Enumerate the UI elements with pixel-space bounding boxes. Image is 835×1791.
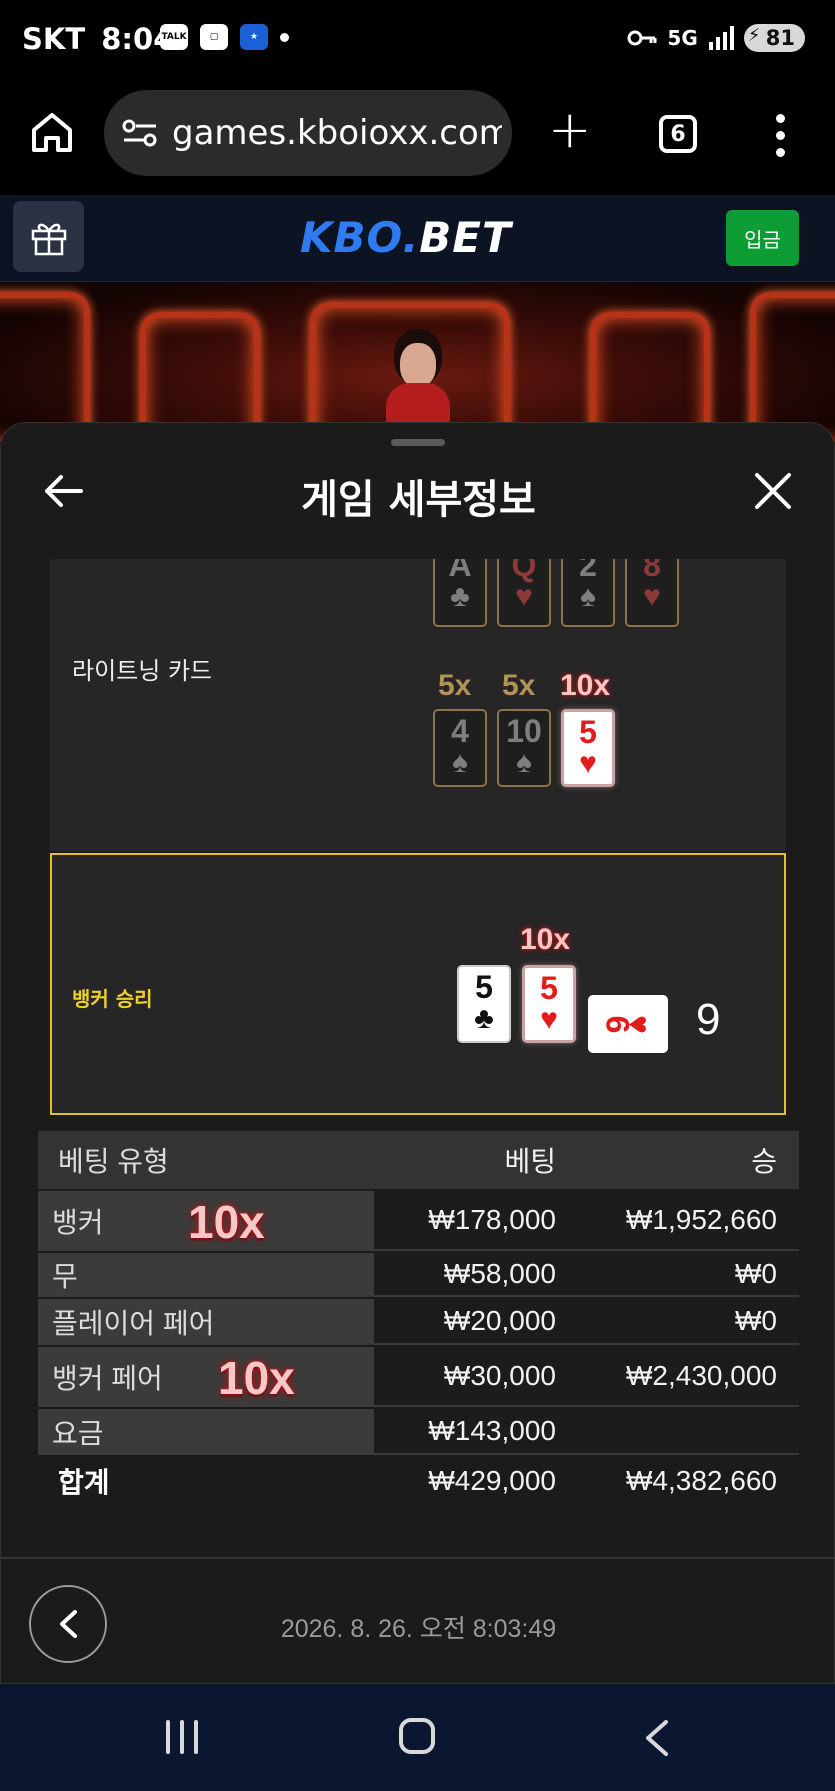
app-notification-icon: ★ [240,24,268,50]
table-row: 요금 ₩143,000 [38,1409,799,1457]
bet-type: 뱅커 페어 [38,1347,374,1407]
deposit-button[interactable]: 입금 [726,210,799,266]
header-bet-type: 베팅 유형 [38,1131,374,1189]
bet-amount: ₩143,000 [374,1409,562,1455]
bet-type: 플레이어 페어 [38,1299,374,1345]
win-amount: ₩2,430,000 [562,1347,799,1407]
network-type: 5G [667,26,698,50]
new-tab-button[interactable]: + [548,104,592,156]
carrier-label: SKT [22,22,86,56]
bet-amount: ₩30,000 [374,1347,562,1407]
player-card: A ♣ [433,559,487,627]
lightning-multiplier: 5x [438,669,472,702]
player-card: Q ♥ [497,559,551,627]
live-video-backdrop [0,282,835,442]
table-header: 베팅 유형 베팅 승 [38,1131,799,1191]
lightning-cards-label: 라이트닝 카드 [72,657,213,685]
lightning-multiplier: 5x [502,669,536,702]
total-label: 합계 [38,1457,374,1505]
home-icon[interactable] [30,110,74,154]
lightning-card: 4 ♠ [433,709,487,787]
sheet-title: 게임 세부정보 [301,477,536,523]
url-text[interactable]: games.kboioxx.com/ [172,113,502,153]
site-logo[interactable]: KBO.BET [300,213,512,262]
sheet-drag-handle[interactable] [391,439,445,446]
site-settings-icon[interactable] [122,118,158,148]
win-amount: ₩0 [562,1253,799,1297]
divider [1,1557,834,1559]
banker-score: 9 [696,995,721,1044]
back-nav-icon[interactable] [638,1718,678,1758]
bet-type: 무 [38,1253,374,1297]
home-nav-button[interactable] [399,1718,435,1754]
win-amount: ₩1,952,660 [562,1191,799,1251]
player-card: 8 ♥ [625,559,679,627]
header-win: 승 [562,1131,799,1189]
cards-panel: A ♣ Q ♥ 2 ♠ 8 ♥ 라이트닝 카드 5x 5x 10x 4 ♠ 10 ♠ 5 ♥ [50,559,786,851]
gift-icon [31,223,66,255]
table-row: 무 ₩58,000 ₩0 [38,1253,799,1299]
win-amount: ₩0 [562,1299,799,1345]
screenshot-icon: ▢ [200,24,228,50]
logo-part-kbo: KBO. [300,213,420,262]
banker-card-lit: 5 ♥ [522,965,576,1043]
total-win: ₩4,382,660 [562,1457,799,1505]
bet-amount: ₩20,000 [374,1299,562,1345]
lightning-multiplier: 10x [560,669,611,702]
address-bar[interactable]: games.kboioxx.com/ [104,90,512,176]
vpn-key-icon [627,30,657,46]
system-nav-bar [0,1684,835,1791]
signal-icon [708,26,734,50]
bet-amount: ₩58,000 [374,1253,562,1297]
bet-multiplier: 10x [218,1352,295,1404]
table-total-row: 합계 ₩429,000 ₩4,382,660 [38,1457,799,1507]
notification-icons: TALK ▢ ★ [160,24,289,50]
round-timestamp: 2026. 8. 26. 오전 8:03:49 [280,1615,557,1643]
result-label: 뱅커 승리 [72,987,153,1011]
banker-third-card: 6 ♥ [588,995,668,1053]
header-bet: 베팅 [374,1131,562,1189]
banker-card: 5 ♣ [457,965,511,1043]
table-row: 뱅커 페어 ₩30,000 ₩2,430,000 10x [38,1347,799,1409]
gift-button[interactable] [13,201,84,272]
table-row: 플레이어 페어 ₩20,000 ₩0 [38,1299,799,1347]
browser-toolbar: games.kboioxx.com/ + 6 [0,80,835,195]
third-card-suit: ♥ [621,1014,658,1034]
result-multiplier: 10x [520,923,571,956]
tab-switcher-button[interactable]: 6 [659,115,697,153]
system-icons: 5G 81 [627,24,805,52]
banker-result-panel: 뱅커 승리 10x 5 ♣ 5 ♥ 6 ♥ 9 [50,853,786,1115]
win-amount [562,1409,799,1455]
logo-part-bet: BET [419,213,512,262]
status-carrier-time: SKT 8:04 [22,22,173,56]
browser-menu-button[interactable] [776,114,786,157]
battery-indicator: 81 [743,24,805,52]
lightning-card-lit: 5 ♥ [561,709,615,787]
decor-pillar [750,292,835,442]
lightning-card: 10 ♠ [497,709,551,787]
table-row: 뱅커 ₩178,000 ₩1,952,660 10x [38,1191,799,1253]
bet-amount: ₩178,000 [374,1191,562,1251]
player-card: 2 ♠ [561,559,615,627]
site-header: KBO.BET 입금 [0,195,835,282]
bet-type: 요금 [38,1409,374,1455]
talk-icon: TALK [160,24,188,50]
decor-pillar [0,292,90,442]
status-bar: SKT 8:04 TALK ▢ ★ 5G 81 [0,0,835,80]
recents-button[interactable] [166,1720,198,1754]
bet-multiplier: 10x [188,1196,265,1248]
close-icon[interactable] [753,471,793,511]
total-bet: ₩429,000 [374,1457,562,1505]
more-notifications-dot-icon [280,32,289,42]
game-details-sheet: 게임 세부정보 A ♣ Q ♥ 2 ♠ 8 ♥ 라이트닝 카드 5x 5x 10x 4 ♠ [0,422,835,1684]
bets-table: 베팅 유형 베팅 승 뱅커 ₩178,000 ₩1,952,660 10x 무 … [38,1131,799,1507]
